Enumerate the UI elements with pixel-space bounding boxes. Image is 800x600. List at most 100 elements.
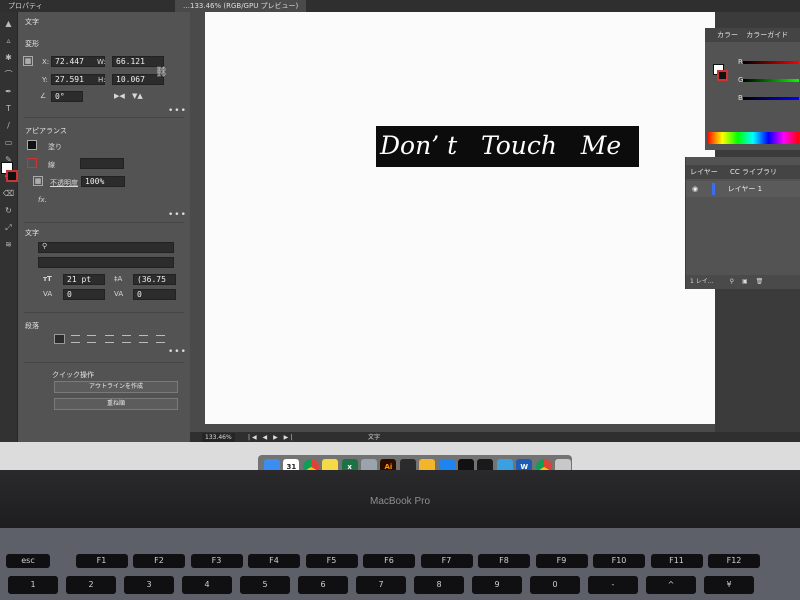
opacity-field[interactable]: 100% bbox=[81, 176, 125, 187]
width-icon[interactable]: ≋ bbox=[3, 240, 15, 250]
flip-vertical-icon[interactable]: ▼▲ bbox=[132, 92, 143, 100]
font-style-field[interactable] bbox=[38, 257, 174, 268]
line-tool-icon[interactable]: / bbox=[3, 121, 15, 131]
artboard[interactable] bbox=[205, 12, 715, 424]
justify-center-icon[interactable] bbox=[122, 335, 131, 343]
magic-wand-icon[interactable]: ✱ bbox=[3, 53, 15, 63]
new-layer-icon[interactable]: ▣ bbox=[742, 278, 748, 285]
illustrator-dock-icon[interactable]: Ai bbox=[380, 459, 397, 470]
finder-dock-icon[interactable] bbox=[264, 459, 280, 470]
key-f3[interactable]: F3 bbox=[190, 554, 243, 568]
key-4[interactable]: 4 bbox=[182, 576, 232, 594]
key-f6[interactable]: F6 bbox=[363, 554, 415, 568]
tab-layers[interactable]: レイヤー bbox=[690, 168, 718, 176]
rectangle-tool-icon[interactable]: ▭ bbox=[3, 138, 15, 148]
key-f11[interactable]: F11 bbox=[650, 554, 703, 568]
delete-layer-icon[interactable]: 🗑 bbox=[756, 278, 764, 285]
key-f8[interactable]: F8 bbox=[478, 554, 530, 568]
opacity-label[interactable]: 不透明度 bbox=[50, 178, 78, 188]
arrange-button[interactable]: 重ね順 bbox=[54, 398, 178, 410]
key-esc[interactable]: esc bbox=[6, 554, 50, 568]
fill-color-box[interactable] bbox=[27, 140, 37, 150]
tab-color[interactable]: カラー bbox=[717, 31, 738, 39]
angle-field[interactable]: 0° bbox=[51, 91, 83, 102]
key-f12[interactable]: F12 bbox=[708, 554, 760, 568]
excel-dock-icon[interactable]: x bbox=[341, 459, 358, 470]
document-tab[interactable]: …133.46% (RGB/GPU プレビュー) bbox=[175, 0, 307, 12]
red-slider[interactable] bbox=[743, 61, 799, 64]
width-field[interactable]: 66.121 bbox=[112, 56, 164, 67]
font-family-field[interactable] bbox=[38, 242, 174, 253]
key-f10[interactable]: F10 bbox=[593, 554, 645, 568]
tab-cc-libraries[interactable]: CC ライブラリ bbox=[730, 168, 777, 176]
key-f7[interactable]: F7 bbox=[420, 554, 473, 568]
fontbook-dock-icon[interactable] bbox=[419, 459, 436, 470]
eraser-icon[interactable]: ⌫ bbox=[3, 189, 15, 199]
stroke-swatch[interactable] bbox=[6, 170, 18, 182]
tracking-field[interactable]: 0 bbox=[133, 289, 176, 300]
justify-right-icon[interactable] bbox=[139, 335, 148, 343]
trash-dock-icon[interactable] bbox=[555, 459, 571, 470]
sketch-dock-icon[interactable] bbox=[458, 459, 474, 470]
terminal-dock-icon[interactable] bbox=[477, 459, 494, 470]
key-f9[interactable]: F9 bbox=[535, 554, 588, 568]
selection-tool-icon[interactable]: ▲ bbox=[3, 19, 15, 29]
key-2[interactable]: 2 bbox=[66, 576, 116, 594]
calendar-dock-icon[interactable]: 31 bbox=[283, 459, 300, 470]
key-5[interactable]: 5 bbox=[240, 576, 290, 594]
type-tool-icon[interactable]: T bbox=[3, 104, 15, 114]
mail-dock-icon[interactable] bbox=[361, 459, 377, 470]
chrome-dock-icon[interactable] bbox=[302, 459, 319, 470]
align-center-icon[interactable] bbox=[71, 335, 80, 343]
stroke-color-box[interactable] bbox=[27, 158, 37, 168]
key--[interactable]: - bbox=[588, 576, 638, 594]
scale-icon[interactable]: ⤢ bbox=[3, 223, 15, 233]
align-right-icon[interactable] bbox=[87, 335, 96, 343]
key-f1[interactable]: F1 bbox=[75, 554, 128, 568]
search-icon[interactable]: ⚲ bbox=[730, 278, 734, 285]
flip-horizontal-icon[interactable]: ▶◀ bbox=[114, 92, 125, 100]
key-f2[interactable]: F2 bbox=[133, 554, 185, 568]
properties-tab[interactable]: プロパティ bbox=[8, 0, 43, 12]
key-^[interactable]: ^ bbox=[646, 576, 696, 594]
color-stroke-swatch[interactable] bbox=[717, 70, 728, 81]
blue-slider[interactable] bbox=[743, 97, 799, 100]
key-7[interactable]: 7 bbox=[356, 576, 406, 594]
selected-text-object[interactable]: Don’ t Touch Me bbox=[376, 126, 639, 167]
justify-left-icon[interactable] bbox=[105, 335, 114, 343]
y-field[interactable]: 27.591 bbox=[51, 74, 105, 85]
leading-field[interactable]: (36.75 bbox=[133, 274, 176, 285]
direct-selection-icon[interactable]: ▵ bbox=[3, 36, 15, 46]
constrain-link-icon[interactable]: ⛓ bbox=[155, 67, 168, 78]
layer-name[interactable]: レイヤー 1 bbox=[728, 185, 762, 193]
paragraph-more-button[interactable]: ••• bbox=[168, 347, 187, 357]
key-¥[interactable]: ¥ bbox=[704, 576, 754, 594]
eye-icon[interactable]: ◉ bbox=[692, 185, 698, 193]
reference-point-icon[interactable]: ▦ bbox=[23, 56, 33, 66]
key-9[interactable]: 9 bbox=[472, 576, 522, 594]
align-left-icon[interactable] bbox=[54, 334, 65, 344]
appearance-more-button[interactable]: ••• bbox=[168, 210, 187, 220]
tab-color-guide[interactable]: カラーガイド bbox=[746, 31, 788, 39]
key-0[interactable]: 0 bbox=[530, 576, 580, 594]
key-3[interactable]: 3 bbox=[124, 576, 174, 594]
pen-tool-icon[interactable]: ✒ bbox=[3, 87, 15, 97]
kerning-field[interactable]: 0 bbox=[63, 289, 105, 300]
notes-dock-icon[interactable] bbox=[322, 459, 339, 470]
green-slider[interactable] bbox=[743, 79, 799, 82]
rotate-icon[interactable]: ↻ bbox=[3, 206, 15, 216]
font-size-field[interactable]: 21 pt bbox=[63, 274, 105, 285]
preview-dock-icon[interactable] bbox=[496, 459, 513, 470]
word-dock-icon[interactable]: W bbox=[516, 459, 533, 470]
key-f5[interactable]: F5 bbox=[305, 554, 358, 568]
key-6[interactable]: 6 bbox=[298, 576, 348, 594]
layer-row[interactable]: ◉ レイヤー 1 bbox=[686, 181, 800, 197]
photo-dock-icon[interactable] bbox=[399, 459, 416, 470]
safari-dock-icon[interactable] bbox=[438, 459, 455, 470]
fx-button[interactable]: fx. bbox=[38, 196, 47, 204]
lasso-icon[interactable]: ⌒ bbox=[3, 70, 15, 80]
key-f4[interactable]: F4 bbox=[248, 554, 300, 568]
chrome-dock-icon[interactable] bbox=[535, 459, 552, 470]
key-1[interactable]: 1 bbox=[8, 576, 58, 594]
justify-all-icon[interactable] bbox=[156, 335, 165, 343]
